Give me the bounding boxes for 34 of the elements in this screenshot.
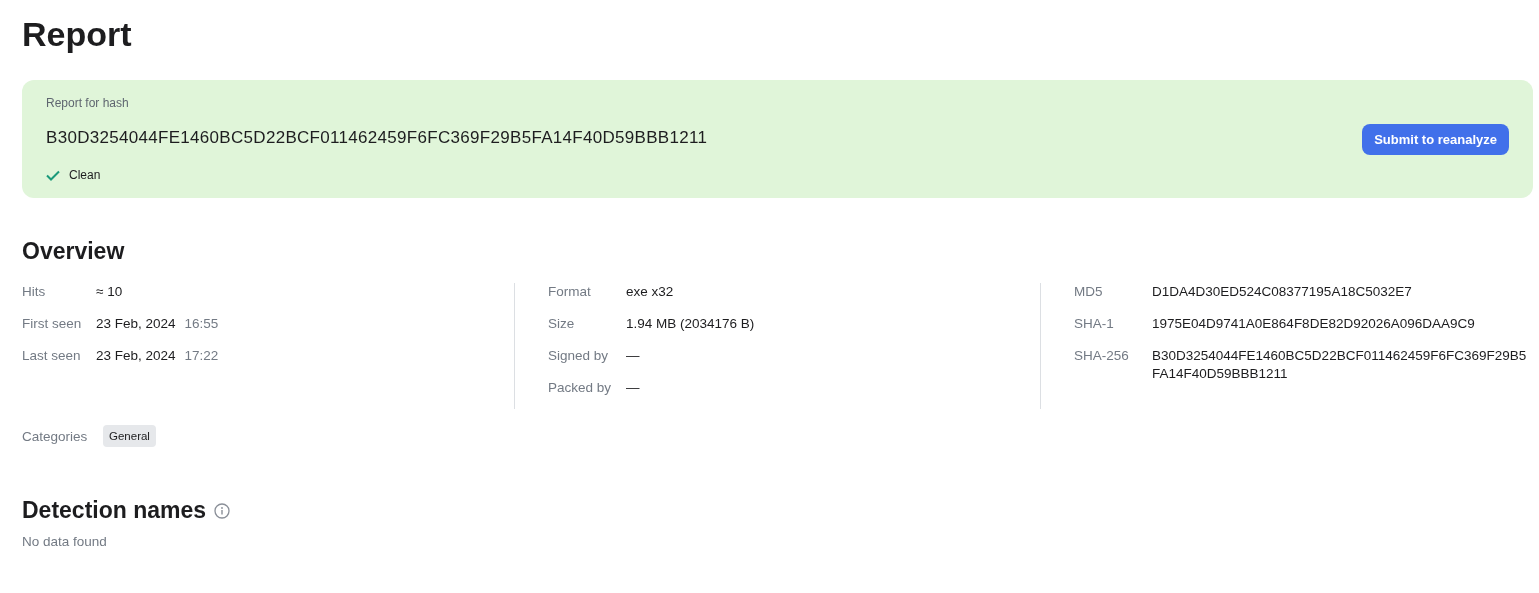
field-label: SHA-1	[1074, 315, 1115, 333]
card-caption: Report for hash	[46, 96, 130, 110]
field-value: —	[626, 347, 640, 365]
field-label: Packed by	[548, 379, 613, 397]
field-value: 1975E04D9741A0E864F8DE82D92026A096DAA9C9	[1152, 315, 1475, 333]
check-icon	[46, 169, 60, 181]
field-label: SHA-256	[1074, 347, 1130, 365]
field-time: 16:55	[184, 315, 219, 333]
reanalyze-button[interactable]: Submit to reanalyze	[1362, 123, 1509, 155]
field-value: 1.94 MB (2034176 B)	[626, 315, 755, 333]
category-tag: General	[103, 425, 156, 447]
field-value: —	[626, 379, 640, 397]
field-value: ≈ 10	[96, 283, 123, 301]
field-value: 23 Feb, 2024	[96, 315, 176, 333]
field-value: exe x32	[626, 283, 674, 301]
hash-value: B30D3254044FE1460BC5D22BCF011462459F6FC369F29B5FA14F40D59BBB1211	[46, 128, 708, 148]
field-label: Format	[548, 283, 592, 301]
section-title: Overview	[22, 238, 126, 265]
verdict-label: Clean	[69, 168, 101, 182]
field-label: Categories	[22, 428, 89, 444]
section-title: Detection names	[22, 497, 207, 524]
field-value: 23 Feb, 2024	[96, 347, 176, 365]
field-label: First seen	[22, 315, 83, 333]
field-value: B30D3254044FE1460BC5D22BCF011462459F6FC369F29B5FA14F40D59BBB1211	[1152, 347, 1528, 383]
page-title: Report	[22, 14, 133, 55]
empty-message: No data found	[22, 534, 108, 549]
field-label: Hits	[22, 283, 47, 301]
field-value: D1DA4D30ED524C08377195A18C5032E7	[1152, 283, 1412, 301]
field-time: 17:22	[184, 347, 219, 365]
field-label: Signed by	[548, 347, 610, 365]
field-label: MD5	[1074, 283, 1104, 301]
field-label: Size	[548, 315, 576, 333]
field-label: Last seen	[22, 347, 82, 365]
info-icon[interactable]	[214, 502, 231, 519]
